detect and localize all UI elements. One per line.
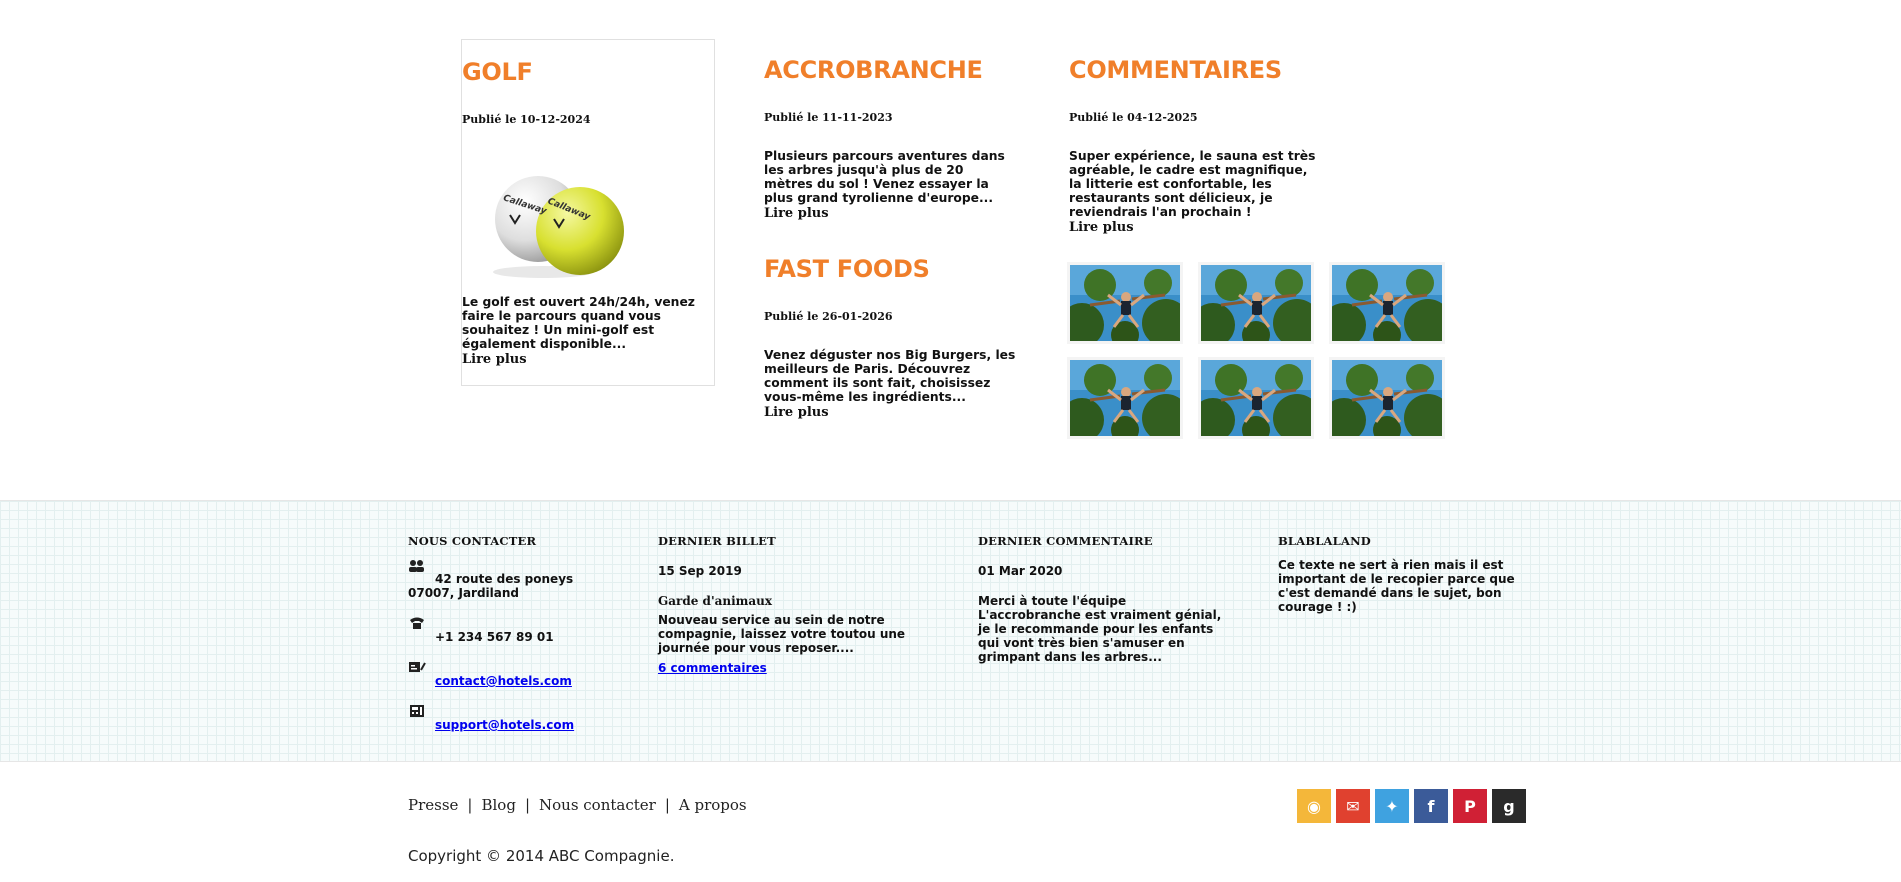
fastfoods-title: FAST FOODS bbox=[764, 255, 930, 283]
mail-icon[interactable]: ✉ bbox=[1336, 789, 1370, 823]
pinterest-icon[interactable]: P bbox=[1453, 789, 1487, 823]
golf-readmore-link[interactable]: Lire plus bbox=[462, 352, 527, 367]
accrobranche-readmore-link[interactable]: Lire plus bbox=[764, 206, 829, 221]
fastfoods-date: Publié le 26-01-2026 bbox=[764, 310, 893, 323]
contact-phone: +1 234 567 89 01 bbox=[435, 630, 554, 644]
golf-title: GOLF bbox=[462, 58, 533, 86]
bottom-nav: Presse | Blog | Nous contacter | A propos bbox=[408, 796, 747, 814]
commentaires-text: Super expérience, le sauna est très agré… bbox=[1069, 149, 1316, 219]
people-icon bbox=[408, 559, 426, 576]
accrobranche-date: Publié le 11-11-2023 bbox=[764, 111, 893, 124]
google-icon[interactable]: g bbox=[1492, 789, 1526, 823]
social-icons: ◉ ✉ ✦ f Pg bbox=[1297, 789, 1526, 823]
nav-link-blog[interactable]: Blog bbox=[481, 796, 515, 814]
golf-balls-image: Callaway Callaway bbox=[488, 157, 638, 292]
last-post-date: 15 Sep 2019 bbox=[658, 564, 742, 578]
nav-separator: | bbox=[524, 796, 530, 814]
facebook-icon[interactable]: f bbox=[1414, 789, 1448, 823]
gallery-thumbnail[interactable] bbox=[1198, 262, 1314, 344]
nav-link-presse[interactable]: Presse bbox=[408, 796, 458, 814]
card-icon bbox=[408, 660, 426, 677]
gallery-thumbnail[interactable] bbox=[1329, 357, 1445, 439]
gallery-thumbnail[interactable] bbox=[1067, 357, 1183, 439]
contact-email-link[interactable]: contact@hotels.com bbox=[435, 674, 572, 688]
golf-date: Publié le 10-12-2024 bbox=[462, 113, 591, 126]
photo-gallery bbox=[1067, 262, 1453, 448]
gallery-thumbnail[interactable] bbox=[1067, 262, 1183, 344]
nav-link-apropos[interactable]: A propos bbox=[679, 796, 747, 814]
twitter-icon[interactable]: ✦ bbox=[1375, 789, 1409, 823]
gallery-thumbnail[interactable] bbox=[1198, 357, 1314, 439]
accrobranche-title: ACCROBRANCHE bbox=[764, 56, 983, 84]
last-post-comments-link[interactable]: 6 commentaires bbox=[658, 661, 767, 675]
accrobranche-text: Plusieurs parcours aventures dans les ar… bbox=[764, 149, 1005, 205]
last-comment-title: DERNIER COMMENTAIRE bbox=[978, 534, 1153, 548]
fax-icon bbox=[408, 704, 426, 721]
nav-separator: | bbox=[664, 796, 670, 814]
blabla-text: Ce texte ne sert à rien mais il est impo… bbox=[1278, 558, 1515, 614]
nav-link-contact[interactable]: Nous contacter bbox=[539, 796, 656, 814]
footer-band bbox=[0, 500, 1901, 762]
last-post-headline: Garde d'animaux bbox=[658, 594, 773, 608]
last-comment-date: 01 Mar 2020 bbox=[978, 564, 1063, 578]
golf-text: Le golf est ouvert 24h/24h, venez faire … bbox=[462, 295, 695, 351]
contact-address-line1: 42 route des poneys bbox=[435, 572, 574, 586]
fastfoods-text: Venez déguster nos Big Burgers, les meil… bbox=[764, 348, 1016, 404]
nav-separator: | bbox=[467, 796, 473, 814]
gallery-thumbnail[interactable] bbox=[1329, 262, 1445, 344]
rss-icon[interactable]: ◉ bbox=[1297, 789, 1331, 823]
commentaires-title: COMMENTAIRES bbox=[1069, 56, 1282, 84]
fastfoods-readmore-link[interactable]: Lire plus bbox=[764, 405, 829, 420]
last-comment-text: L'accrobranche est vraiment génial, je l… bbox=[978, 608, 1222, 664]
last-post-text: Nouveau service au sein de notre compagn… bbox=[658, 613, 906, 655]
phone-icon bbox=[408, 616, 426, 633]
contact-address-line2: 07007, Jardiland bbox=[408, 586, 520, 600]
commentaires-readmore-link[interactable]: Lire plus bbox=[1069, 220, 1134, 235]
last-post-title: DERNIER BILLET bbox=[658, 534, 776, 548]
commentaires-date: Publié le 04-12-2025 bbox=[1069, 111, 1198, 124]
blabla-title: BLABLALAND bbox=[1278, 534, 1371, 548]
contact-support-link[interactable]: support@hotels.com bbox=[435, 718, 574, 732]
last-comment-headline: Merci à toute l'équipe bbox=[978, 594, 1127, 608]
contact-title: NOUS CONTACTER bbox=[408, 534, 537, 548]
copyright: Copyright © 2014 ABC Compagnie. bbox=[408, 847, 675, 865]
